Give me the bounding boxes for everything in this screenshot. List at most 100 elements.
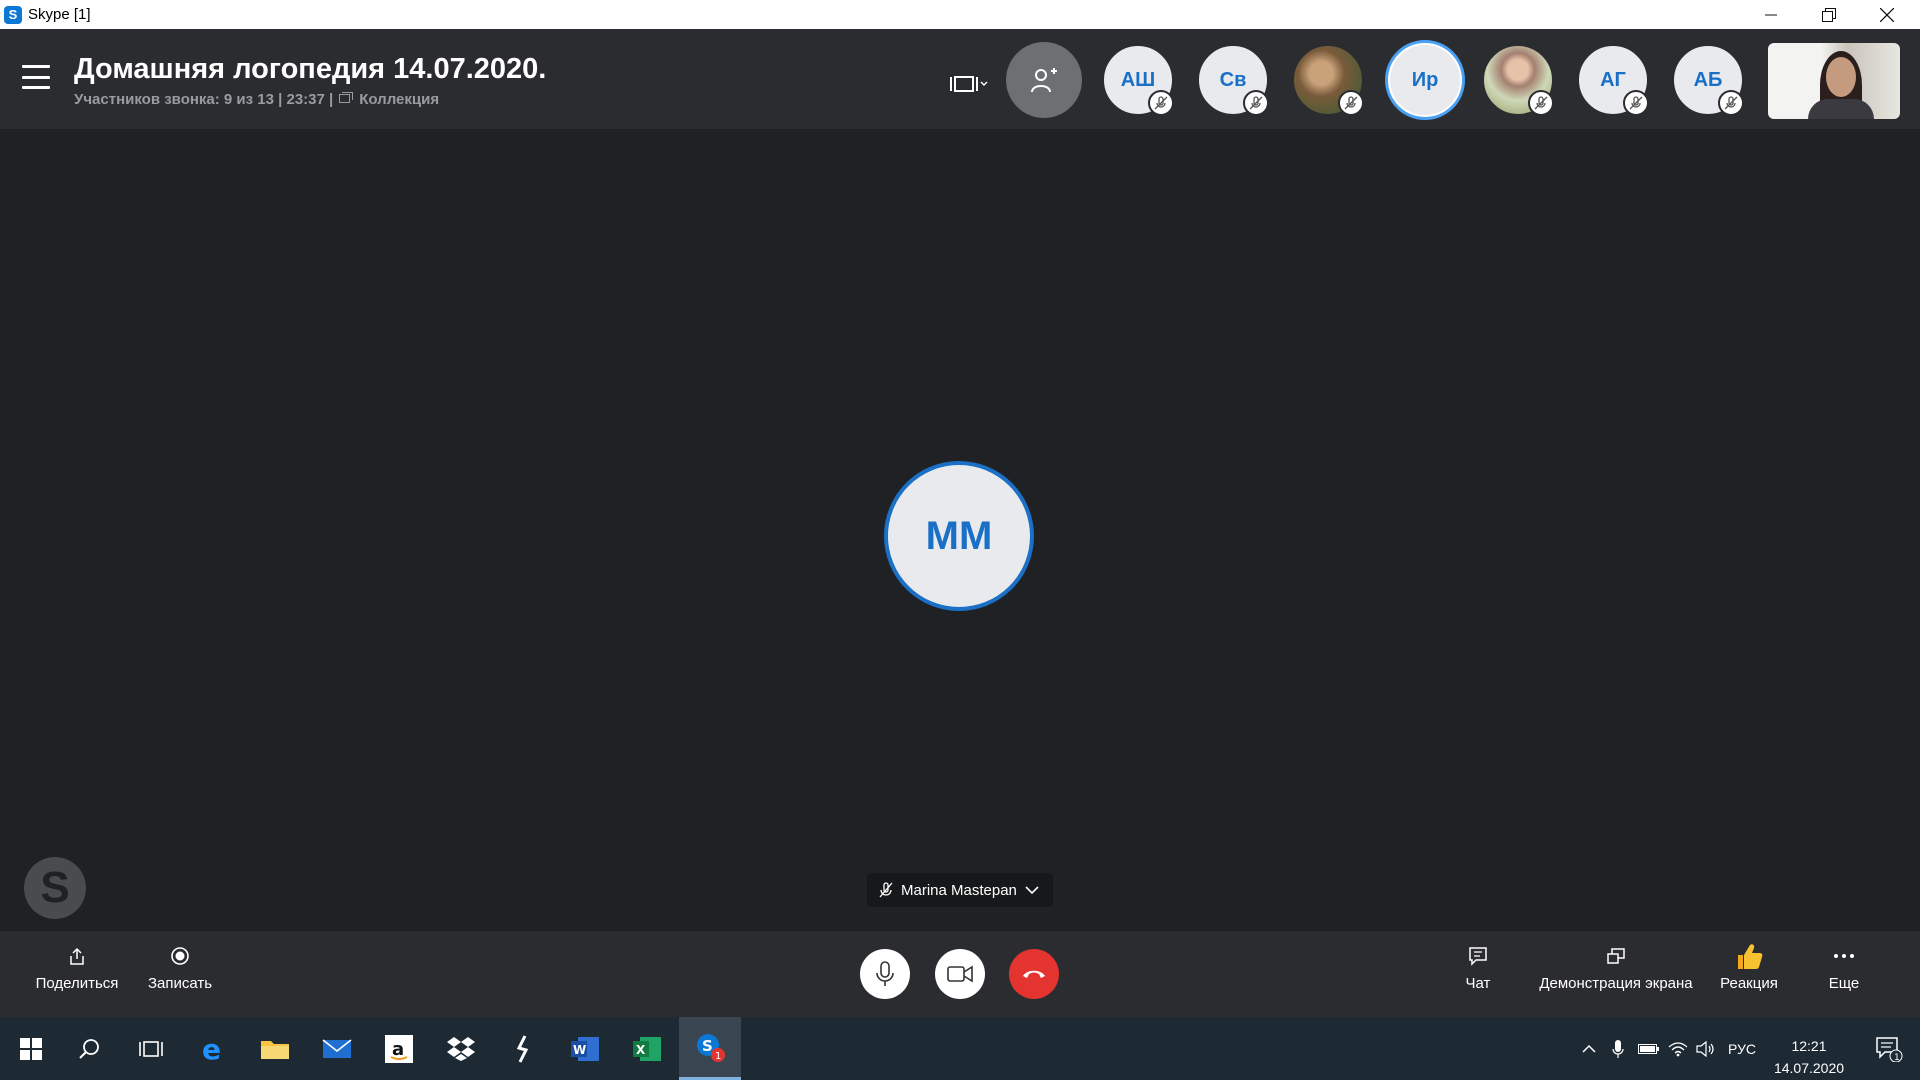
mail-icon	[322, 1038, 352, 1058]
wifi-icon[interactable]	[1664, 1041, 1692, 1057]
share-icon	[68, 939, 86, 973]
screen-share-label: Демонстрация экрана	[1539, 975, 1693, 992]
input-language[interactable]: РУС	[1720, 1041, 1764, 1057]
svg-text:e: e	[202, 1035, 221, 1063]
system-tray: РУС	[1576, 1017, 1764, 1080]
participant-initials: Св	[1219, 68, 1247, 91]
clock-date: 14.07.2020	[1773, 1060, 1845, 1076]
gallery-link[interactable]: Коллекция	[359, 91, 439, 108]
muted-mic-icon	[1148, 90, 1174, 116]
screen-share-button[interactable]: Демонстрация экрана	[1536, 939, 1696, 992]
minimize-button[interactable]	[1742, 0, 1800, 29]
volume-icon[interactable]	[1692, 1040, 1720, 1057]
chat-button[interactable]: Чат	[1454, 939, 1502, 992]
layout-toggle-button[interactable]	[946, 67, 992, 101]
participants-info: Участников звонка: 9 из 13 | 23:37 |	[74, 91, 334, 108]
taskbar-excel-button[interactable]: X	[616, 1017, 678, 1080]
windows-logo-icon	[20, 1037, 42, 1060]
muted-mic-icon	[1528, 90, 1554, 116]
call-header: Домашняя логопедия 14.07.2020. Участнико…	[0, 29, 1920, 129]
taskbar-mail-button[interactable]	[306, 1017, 368, 1080]
action-center-button[interactable]: 1	[1858, 1017, 1920, 1080]
microphone-icon	[876, 961, 894, 986]
taskbar-explorer-button[interactable]	[244, 1017, 306, 1080]
taskbar-amazon-button[interactable]: a	[368, 1017, 430, 1080]
folder-icon	[261, 1040, 289, 1059]
participant-avatar[interactable]: АБ	[1671, 43, 1745, 117]
call-toolbar: Поделиться Записать Чат Демонстрация экр…	[0, 931, 1920, 1017]
svg-text:W: W	[573, 1043, 586, 1057]
word-icon: W	[571, 1036, 599, 1061]
muted-mic-icon	[879, 882, 893, 898]
restore-button[interactable]	[1800, 0, 1858, 29]
chevron-up-icon	[1582, 1044, 1596, 1053]
share-label: Поделиться	[35, 975, 119, 992]
start-button[interactable]	[0, 1017, 62, 1080]
skype-app-icon: S	[4, 5, 22, 24]
participant-initials: АБ	[1693, 68, 1723, 91]
task-view-button[interactable]	[120, 1017, 182, 1080]
taskbar-search-button[interactable]	[58, 1017, 120, 1080]
taskbar-edge-button[interactable]: e	[182, 1017, 244, 1080]
menu-line	[22, 75, 50, 79]
svg-text:a: a	[392, 1039, 404, 1060]
hamburger-menu-button[interactable]	[22, 65, 50, 89]
amazon-icon: a	[385, 1034, 413, 1063]
taskbar-clock[interactable]: 12:21 14.07.2020	[1768, 1035, 1850, 1079]
gallery-icon	[339, 92, 354, 107]
thumbs-up-icon	[1734, 939, 1764, 973]
share-button[interactable]: Поделиться	[35, 939, 119, 992]
participant-initials: АГ	[1600, 68, 1626, 91]
call-title: Домашняя логопедия 14.07.2020.	[74, 53, 547, 85]
speaker-name: Marina Mastepan	[901, 881, 1017, 899]
chat-label: Чат	[1465, 975, 1491, 992]
edge-browser-icon: e	[202, 1035, 221, 1063]
more-dots-icon	[1833, 939, 1855, 973]
show-hidden-icons-button[interactable]	[1576, 1044, 1602, 1054]
layout-icon	[950, 76, 988, 92]
taskbar-skype-button[interactable]: S1	[679, 1017, 741, 1080]
svg-text:S: S	[702, 1037, 713, 1055]
participant-photo-avatar[interactable]	[1481, 43, 1555, 117]
participant-photo-avatar[interactable]	[1291, 43, 1365, 117]
chevron-down-icon	[1025, 886, 1039, 895]
minimize-icon	[1765, 14, 1777, 15]
notifications-count: 1	[1894, 1053, 1900, 1062]
reaction-label: Реакция	[1720, 975, 1778, 992]
end-call-icon	[1023, 970, 1045, 978]
screen-share-icon	[1606, 939, 1626, 973]
taskbar-word-button[interactable]: W	[554, 1017, 616, 1080]
tray-mic-icon[interactable]	[1602, 1039, 1634, 1059]
close-icon	[1880, 7, 1894, 22]
self-video-preview[interactable]	[1768, 43, 1900, 119]
taskbar-app-button[interactable]	[492, 1017, 554, 1080]
main-speaker-avatar: ММ	[884, 461, 1034, 611]
microphone-button[interactable]	[860, 949, 910, 999]
participant-avatar-speaking[interactable]: Ир	[1385, 40, 1465, 120]
taskbar-dropbox-button[interactable]	[430, 1017, 492, 1080]
participant-avatar[interactable]: АШ	[1101, 43, 1175, 117]
window-title: Skype [1]	[28, 6, 91, 23]
windows-taskbar: e a W X S1 РУС 12:21 14.07.2020 1	[0, 1017, 1920, 1080]
close-button[interactable]	[1858, 0, 1916, 29]
battery-icon[interactable]	[1634, 1043, 1664, 1055]
add-person-icon	[1031, 68, 1057, 93]
task-view-icon	[139, 1040, 163, 1057]
record-button[interactable]: Записать	[144, 939, 216, 992]
more-button[interactable]: Еще	[1820, 939, 1868, 992]
skype-unread-badge: 1	[715, 1051, 721, 1062]
window-title-bar: S Skype [1]	[0, 0, 1920, 29]
call-stage: ММ S Marina Mastepan	[0, 129, 1920, 931]
more-label: Еще	[1828, 975, 1860, 992]
participant-initials: Ир	[1411, 68, 1439, 91]
speaker-name-dropdown[interactable]: Marina Mastepan	[867, 873, 1053, 907]
record-label: Записать	[147, 975, 213, 992]
call-subtitle: Участников звонка: 9 из 13 | 23:37 | Кол…	[74, 91, 439, 108]
participant-avatar[interactable]: Св	[1196, 43, 1270, 117]
reaction-button[interactable]: Реакция	[1716, 939, 1782, 992]
video-button[interactable]	[935, 949, 985, 999]
hang-up-button[interactable]	[1009, 949, 1059, 999]
restore-icon	[1822, 7, 1836, 22]
participant-avatar[interactable]: АГ	[1576, 43, 1650, 117]
add-participant-button[interactable]	[1006, 42, 1082, 118]
